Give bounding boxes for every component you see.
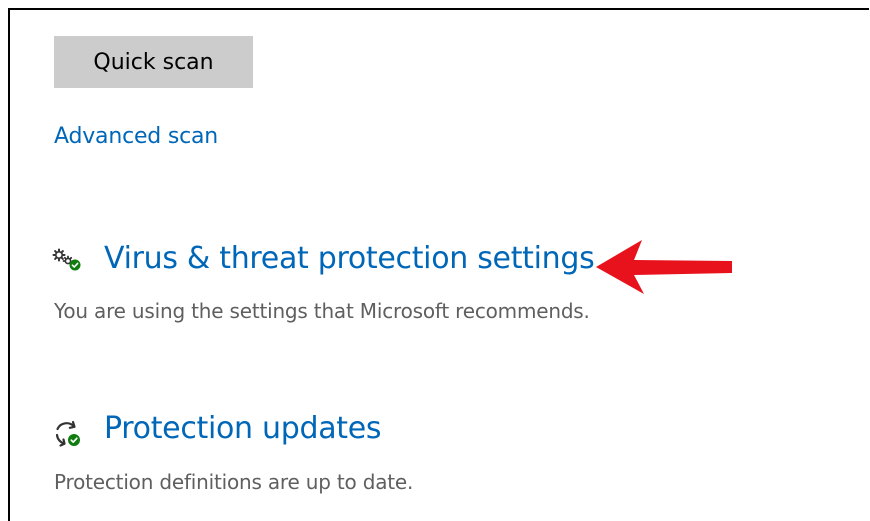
protection-updates-description: Protection definitions are up to date. — [54, 470, 414, 494]
refresh-check-icon — [51, 418, 83, 450]
virus-threat-settings-link[interactable]: Virus & threat protection settings — [104, 241, 595, 276]
content-frame: Quick scan Advanced scan Virus & threat … — [8, 8, 869, 521]
quick-scan-button[interactable]: Quick scan — [54, 36, 253, 88]
virus-threat-description: You are using the settings that Microsof… — [54, 299, 590, 323]
protection-updates-link[interactable]: Protection updates — [104, 411, 382, 446]
gears-check-icon — [51, 248, 85, 274]
red-arrow-annotation-icon — [590, 234, 740, 298]
advanced-scan-link[interactable]: Advanced scan — [54, 124, 218, 149]
